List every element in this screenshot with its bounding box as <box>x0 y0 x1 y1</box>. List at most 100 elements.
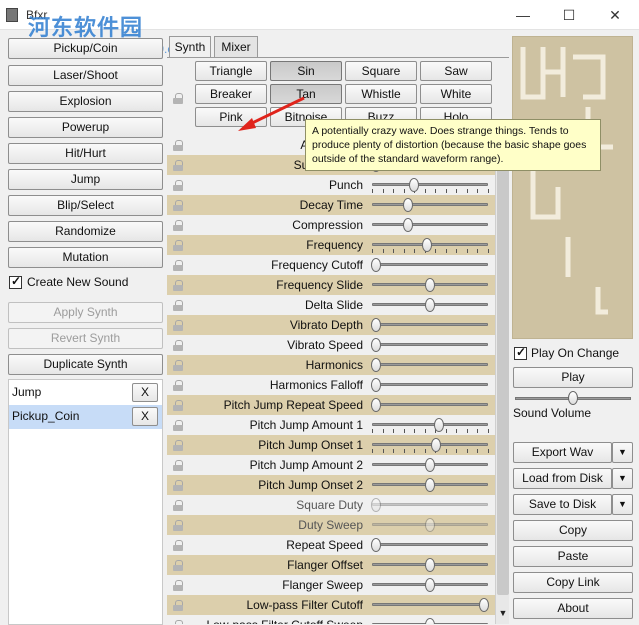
param-slider[interactable] <box>372 543 488 546</box>
param-slider-knob[interactable] <box>403 218 414 232</box>
param-slider-knob[interactable] <box>425 298 435 312</box>
generator-jump-button[interactable]: Jump <box>8 169 163 190</box>
generator-pickup-coin-button[interactable]: Pickup/Coin <box>8 38 163 59</box>
lock-icon[interactable] <box>173 620 183 624</box>
lock-icon[interactable] <box>173 580 183 591</box>
param-slider-knob[interactable] <box>425 478 435 492</box>
waveform-whistle-button[interactable]: Whistle <box>345 84 417 104</box>
param-slider[interactable] <box>372 403 488 406</box>
lock-icon[interactable] <box>173 600 183 611</box>
waveform-square-button[interactable]: Square <box>345 61 417 81</box>
copy-link-button[interactable]: Copy Link <box>513 572 633 593</box>
param-slider[interactable] <box>372 323 488 326</box>
lock-icon[interactable] <box>173 400 183 411</box>
waveform-saw-button[interactable]: Saw <box>420 61 492 81</box>
duplicate-synth-button[interactable]: Duplicate Synth <box>8 354 163 375</box>
param-slider[interactable] <box>372 223 488 226</box>
scroll-down-icon[interactable]: ▼ <box>497 608 509 618</box>
about-button[interactable]: About <box>513 598 633 619</box>
export-wav-button[interactable]: Export Wav <box>513 442 612 463</box>
lock-icon[interactable] <box>173 340 183 351</box>
lock-icon[interactable] <box>173 280 183 291</box>
lock-icon[interactable] <box>173 420 183 431</box>
waveform-sin-button[interactable]: Sin <box>270 61 342 81</box>
generator-mutation-button[interactable]: Mutation <box>8 247 163 268</box>
lock-icon[interactable] <box>173 300 183 311</box>
paste-button[interactable]: Paste <box>513 546 633 567</box>
export-wav-dropdown-icon[interactable]: ▼ <box>612 442 633 463</box>
generator-blip-select-button[interactable]: Blip/Select <box>8 195 163 216</box>
param-slider-knob[interactable] <box>421 238 432 252</box>
param-slider-knob[interactable] <box>371 538 381 552</box>
scrollbar-thumb[interactable] <box>497 135 509 595</box>
generator-laser-shoot-button[interactable]: Laser/Shoot <box>8 65 163 86</box>
param-slider[interactable] <box>372 263 488 266</box>
param-slider-knob[interactable] <box>425 578 435 592</box>
lock-icon[interactable] <box>173 240 183 251</box>
lock-icon[interactable] <box>173 200 183 211</box>
lock-icon[interactable] <box>173 93 183 104</box>
param-slider[interactable] <box>372 423 488 426</box>
revert-synth-button[interactable]: Revert Synth <box>8 328 163 349</box>
generator-explosion-button[interactable]: Explosion <box>8 91 163 112</box>
lock-icon[interactable] <box>173 540 183 551</box>
lock-icon[interactable] <box>173 440 183 451</box>
param-slider-knob[interactable] <box>479 598 489 612</box>
maximize-button[interactable]: ☐ <box>546 0 592 30</box>
apply-synth-button[interactable]: Apply Synth <box>8 302 163 323</box>
lock-icon[interactable] <box>173 180 183 191</box>
param-slider-knob[interactable] <box>371 398 381 412</box>
generator-randomize-button[interactable]: Randomize <box>8 221 163 242</box>
play-on-change-checkbox[interactable]: ✓ <box>514 345 527 360</box>
lock-icon[interactable] <box>173 220 183 231</box>
history-item-jump[interactable]: Jump X <box>9 381 162 405</box>
param-slider[interactable] <box>372 443 488 446</box>
lock-icon[interactable] <box>173 260 183 271</box>
sound-volume-knob[interactable] <box>568 391 578 405</box>
remove-history-button[interactable]: X <box>132 407 158 426</box>
tab-mixer[interactable]: Mixer <box>214 36 258 58</box>
lock-icon[interactable] <box>173 520 183 531</box>
save-to-disk-dropdown-icon[interactable]: ▼ <box>612 494 633 515</box>
remove-history-button[interactable]: X <box>132 383 158 402</box>
history-item-pickup-coin[interactable]: Pickup_Coin X <box>9 405 162 429</box>
waveform-triangle-button[interactable]: Triangle <box>195 61 267 81</box>
lock-icon[interactable] <box>173 460 183 471</box>
param-slider-knob[interactable] <box>425 458 435 472</box>
param-slider-knob[interactable] <box>371 378 381 392</box>
lock-icon[interactable] <box>173 160 183 171</box>
load-from-disk-button[interactable]: Load from Disk <box>513 468 612 489</box>
param-slider-knob[interactable] <box>425 618 435 624</box>
copy-button[interactable]: Copy <box>513 520 633 541</box>
param-slider[interactable] <box>372 383 488 386</box>
lock-icon[interactable] <box>173 480 183 491</box>
generator-hit-hurt-button[interactable]: Hit/Hurt <box>8 143 163 164</box>
generator-powerup-button[interactable]: Powerup <box>8 117 163 138</box>
param-slider[interactable] <box>372 363 488 366</box>
lock-icon[interactable] <box>173 500 183 511</box>
param-slider-knob[interactable] <box>371 338 381 352</box>
param-slider-knob[interactable] <box>425 558 435 572</box>
save-to-disk-button[interactable]: Save to Disk <box>513 494 612 515</box>
tab-synth[interactable]: Synth <box>169 36 211 59</box>
lock-icon[interactable] <box>173 560 183 571</box>
lock-icon[interactable] <box>173 360 183 371</box>
param-slider[interactable] <box>372 603 488 606</box>
param-slider-knob[interactable] <box>371 258 381 272</box>
param-slider-knob[interactable] <box>371 318 381 332</box>
param-slider-knob[interactable] <box>371 498 381 512</box>
load-from-disk-dropdown-icon[interactable]: ▼ <box>612 468 633 489</box>
param-slider[interactable] <box>372 183 488 186</box>
create-new-sound-checkbox[interactable]: ✓ <box>9 274 22 289</box>
param-slider-knob[interactable] <box>425 518 435 532</box>
params-scrollbar[interactable]: ▼ <box>495 133 509 624</box>
param-slider-knob[interactable] <box>371 358 381 372</box>
param-slider-knob[interactable] <box>403 198 414 212</box>
lock-icon[interactable] <box>173 320 183 331</box>
param-slider[interactable] <box>372 343 488 346</box>
waveform-white-button[interactable]: White <box>420 84 492 104</box>
close-button[interactable]: ✕ <box>592 0 638 30</box>
lock-icon[interactable] <box>173 380 183 391</box>
play-button[interactable]: Play <box>513 367 633 388</box>
param-slider[interactable] <box>372 203 488 206</box>
